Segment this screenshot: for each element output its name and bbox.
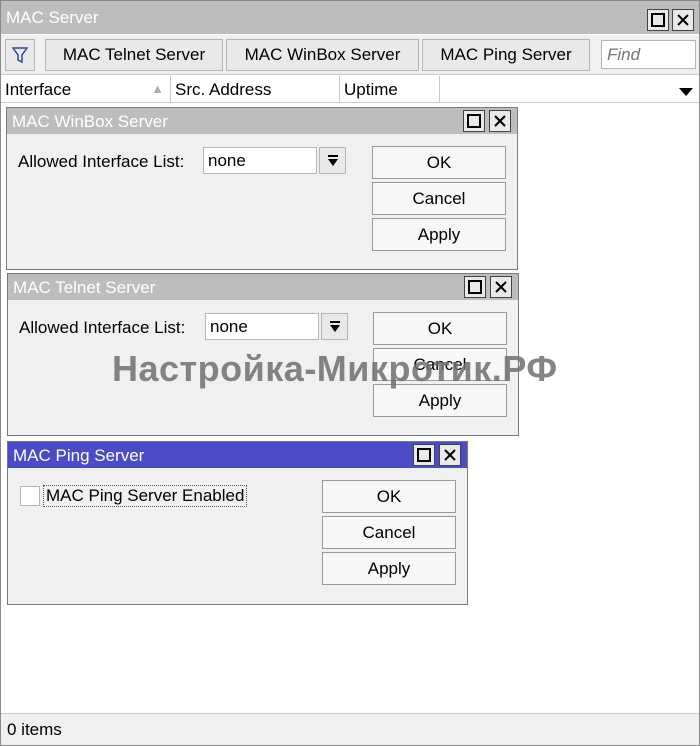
dropdown-button[interactable] — [319, 147, 346, 174]
tab-mac-ping-server[interactable]: MAC Ping Server — [422, 39, 590, 71]
column-interface[interactable]: Interface ▲ — [1, 76, 171, 103]
tab-mac-telnet-server[interactable]: MAC Telnet Server — [45, 39, 223, 71]
find-input[interactable] — [601, 40, 696, 69]
mac-ping-enabled-label[interactable]: MAC Ping Server Enabled — [43, 485, 248, 507]
apply-button[interactable]: Apply — [322, 552, 456, 585]
window-titlebar[interactable]: MAC Server — [1, 1, 699, 34]
close-button[interactable] — [489, 110, 511, 132]
allowed-interface-list-select[interactable]: none — [205, 313, 319, 340]
toolbar: MAC Telnet Server MAC WinBox Server MAC … — [1, 35, 699, 75]
apply-button[interactable]: Apply — [373, 384, 507, 417]
maximize-button[interactable] — [464, 276, 486, 298]
dialog-titlebar[interactable]: MAC Telnet Server — [8, 274, 518, 300]
allowed-interface-list-select[interactable]: none — [203, 147, 317, 174]
telnet-dialog: MAC Telnet Server Allowed Interface List… — [7, 273, 519, 436]
cancel-button[interactable]: Cancel — [322, 516, 456, 549]
apply-button[interactable]: Apply — [372, 218, 506, 251]
cancel-button[interactable]: Cancel — [372, 182, 506, 215]
dialog-title: MAC Ping Server — [13, 446, 145, 465]
columns-dropdown-button[interactable] — [679, 82, 693, 102]
close-button[interactable] — [490, 276, 512, 298]
dropdown-button[interactable] — [321, 313, 348, 340]
status-bar: 0 items — [1, 713, 699, 745]
maximize-icon — [467, 114, 481, 128]
close-button[interactable] — [672, 9, 694, 31]
column-label: Interface — [5, 80, 72, 99]
window-title: MAC Server — [6, 8, 99, 27]
sort-ascending-icon: ▲ — [151, 81, 164, 96]
allowed-interface-list-label: Allowed Interface List: — [18, 152, 185, 171]
column-label: Uptime — [344, 80, 398, 99]
dialog-title: MAC WinBox Server — [12, 112, 168, 131]
dialog-titlebar[interactable]: MAC WinBox Server — [7, 108, 517, 134]
maximize-button[interactable] — [647, 9, 669, 31]
maximize-icon — [417, 448, 431, 462]
maximize-button[interactable] — [413, 444, 435, 466]
close-icon — [494, 115, 506, 127]
dialog-titlebar[interactable]: MAC Ping Server — [8, 442, 467, 468]
ok-button[interactable]: OK — [373, 312, 507, 345]
dropdown-arrow-icon — [327, 154, 338, 166]
ok-button[interactable]: OK — [322, 480, 456, 513]
maximize-button[interactable] — [463, 110, 485, 132]
items-count: 0 items — [7, 720, 62, 739]
maximize-icon — [468, 280, 482, 294]
winbox-dialog: MAC WinBox Server Allowed Interface List… — [6, 107, 518, 270]
cancel-button[interactable]: Cancel — [373, 348, 507, 381]
filter-button[interactable] — [5, 39, 35, 71]
filter-icon — [12, 47, 28, 64]
ok-button[interactable]: OK — [372, 146, 506, 179]
close-icon — [444, 449, 456, 461]
chevron-down-icon — [679, 88, 693, 96]
maximize-icon — [651, 13, 665, 27]
column-label: Src. Address — [175, 80, 272, 99]
tab-mac-winbox-server[interactable]: MAC WinBox Server — [226, 39, 419, 71]
column-src-address[interactable]: Src. Address — [171, 76, 340, 103]
column-uptime[interactable]: Uptime — [340, 76, 440, 103]
allowed-interface-list-label: Allowed Interface List: — [19, 318, 186, 337]
mac-ping-enabled-checkbox[interactable] — [20, 486, 40, 506]
dialog-title: MAC Telnet Server — [13, 278, 156, 297]
table-header: Interface ▲ Src. Address Uptime — [1, 76, 699, 103]
close-icon — [677, 14, 689, 26]
ping-dialog: MAC Ping Server MAC Ping Server Enabled … — [7, 441, 468, 605]
close-icon — [495, 281, 507, 293]
close-button[interactable] — [439, 444, 461, 466]
dropdown-arrow-icon — [329, 320, 340, 332]
